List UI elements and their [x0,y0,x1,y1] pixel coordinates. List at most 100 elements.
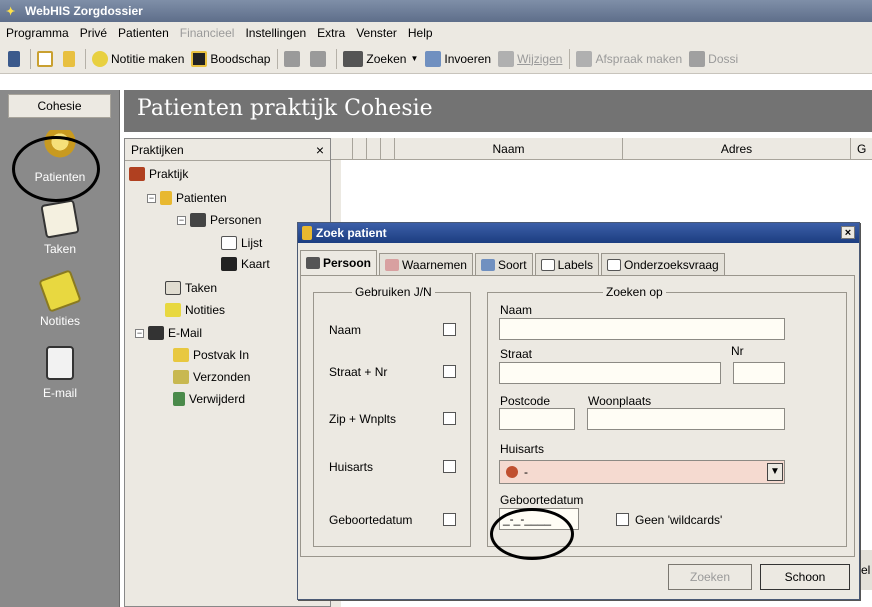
naam-input[interactable] [499,318,785,340]
menu-programma[interactable]: Programma [6,26,69,40]
use-geboortedatum-checkbox[interactable] [443,513,456,526]
tree-structure-icon [63,50,75,67]
tab-persoon[interactable]: Persoon [300,250,378,275]
tab-label: Labels [557,257,593,272]
tree-node-verwijderd[interactable]: Verwijderd [173,392,245,406]
annotation-circle [490,508,574,560]
trash-icon [173,392,185,406]
chevron-down-icon[interactable]: ▼ [767,463,783,481]
inbox-icon [173,348,189,362]
tree-node-kaart[interactable]: Kaart [221,257,270,271]
use-label-huisarts: Huisarts [329,460,374,474]
table-col-marker[interactable] [331,138,353,160]
table-col-marker[interactable] [353,138,367,160]
sidebar-item-taken[interactable]: Taken [0,199,120,256]
tree-node-email[interactable]: − E-Mail [135,326,202,340]
table-col-marker[interactable] [367,138,381,160]
table-col-adres[interactable]: Adres [623,138,851,160]
doctor-icon [506,466,518,478]
huisarts-label: Huisarts [500,442,545,456]
menu-bar: Programma Privé Patienten Financieel Ins… [0,22,872,44]
use-huisarts-checkbox[interactable] [443,460,456,473]
note-icon [92,50,108,67]
collapse-toggle[interactable]: − [147,193,156,203]
tree-node-taken[interactable]: Taken [165,281,217,295]
input-arrow-icon [425,50,442,67]
woonplaats-input[interactable] [587,408,785,430]
tree-button[interactable] [63,50,78,67]
toolbar-separator [336,48,338,69]
practice-icon [129,167,145,181]
menu-patienten[interactable]: Patienten [118,26,169,40]
table-col-marker[interactable] [381,138,395,160]
geboortedatum-label: Geboortedatum [500,493,584,507]
use-zip-checkbox[interactable] [443,412,456,425]
dialog-title: Zoek patient [316,226,387,240]
menu-instellingen[interactable]: Instellingen [245,26,306,40]
tab-soort[interactable]: Soort [474,253,533,275]
notitie-maken-label: Notitie maken [111,51,185,66]
patient-icon [302,226,312,240]
use-naam-checkbox[interactable] [443,323,456,336]
boodschap-button[interactable]: Boodschap [191,50,270,67]
dialog-titlebar: Zoek patient × [298,223,859,243]
group-disabled-button [310,50,329,67]
notitie-maken-button[interactable]: Notitie maken [92,50,185,67]
straat-input[interactable] [499,362,721,384]
table-col-g[interactable]: G [851,138,872,160]
nr-input[interactable] [733,362,785,384]
use-straat-checkbox[interactable] [443,365,456,378]
menu-extra[interactable]: Extra [317,26,345,40]
tree-node-patienten[interactable]: − Patienten [147,191,227,205]
tree-node-label: Taken [185,281,218,295]
collapse-toggle[interactable]: − [135,328,144,338]
window-layout-icon [37,50,53,67]
tree-node-label: Personen [210,213,262,227]
menu-venster[interactable]: Venster [356,26,397,40]
menu-help[interactable]: Help [408,26,433,40]
schoon-button[interactable]: Schoon [760,564,850,590]
tab-waarnemen[interactable]: Waarnemen [379,253,473,275]
user-disabled-button [284,50,303,67]
invoeren-button[interactable]: Invoeren [425,50,491,67]
sidebar-item-notities[interactable]: Notities [0,269,120,328]
tree-node-label: E-Mail [168,326,203,340]
dossier-label: Dossi [708,51,739,66]
tree-node-verzonden[interactable]: Verzonden [173,370,250,384]
tree-node-label: Verzonden [193,370,251,384]
close-icon[interactable]: × [316,142,324,158]
notes-icon [38,269,82,313]
tree-node-notities[interactable]: Notities [165,303,225,317]
afspraak-maken-label: Afspraak maken [595,51,683,66]
sidebar-header[interactable]: Cohesie [8,94,111,118]
huisarts-select[interactable]: - ▼ [499,460,785,484]
question-icon [607,258,621,271]
collapse-toggle[interactable]: − [177,215,186,225]
menu-prive[interactable]: Privé [80,26,107,40]
close-icon[interactable]: × [841,226,855,239]
exit-button[interactable] [8,50,23,67]
zoeken-button[interactable]: Zoeken ▼ [343,50,418,67]
sidebar-item-label: E-mail [42,386,77,400]
toolbar-separator [85,48,86,69]
naam-label: Naam [500,303,533,317]
tree-node-lijst[interactable]: Lijst [221,236,262,250]
tree-node-label: Postvak In [193,348,250,362]
table-col-naam[interactable]: Naam [395,138,623,160]
wildcards-checkbox[interactable] [616,513,629,526]
tab-onderzoeksvraag[interactable]: Onderzoeksvraag [601,253,725,275]
sidebar-item-label: Taken [43,242,77,256]
tree-node-postvak-in[interactable]: Postvak In [173,348,249,362]
sidebar-item-email[interactable]: E-mail [0,346,120,400]
tree-node-personen[interactable]: − Personen [177,213,261,227]
user-icon [284,50,301,67]
notes-icon [165,303,181,317]
tab-labels[interactable]: Labels [534,253,599,275]
window-layout-button[interactable] [37,50,56,67]
sidebar-item-label: Notities [39,314,80,328]
group-icon [310,50,327,67]
search-group-legend: Zoeken op [606,285,663,299]
postcode-input[interactable] [499,408,575,430]
tasks-icon [40,199,80,239]
tree-node-praktijk[interactable]: Praktijk [129,167,188,181]
